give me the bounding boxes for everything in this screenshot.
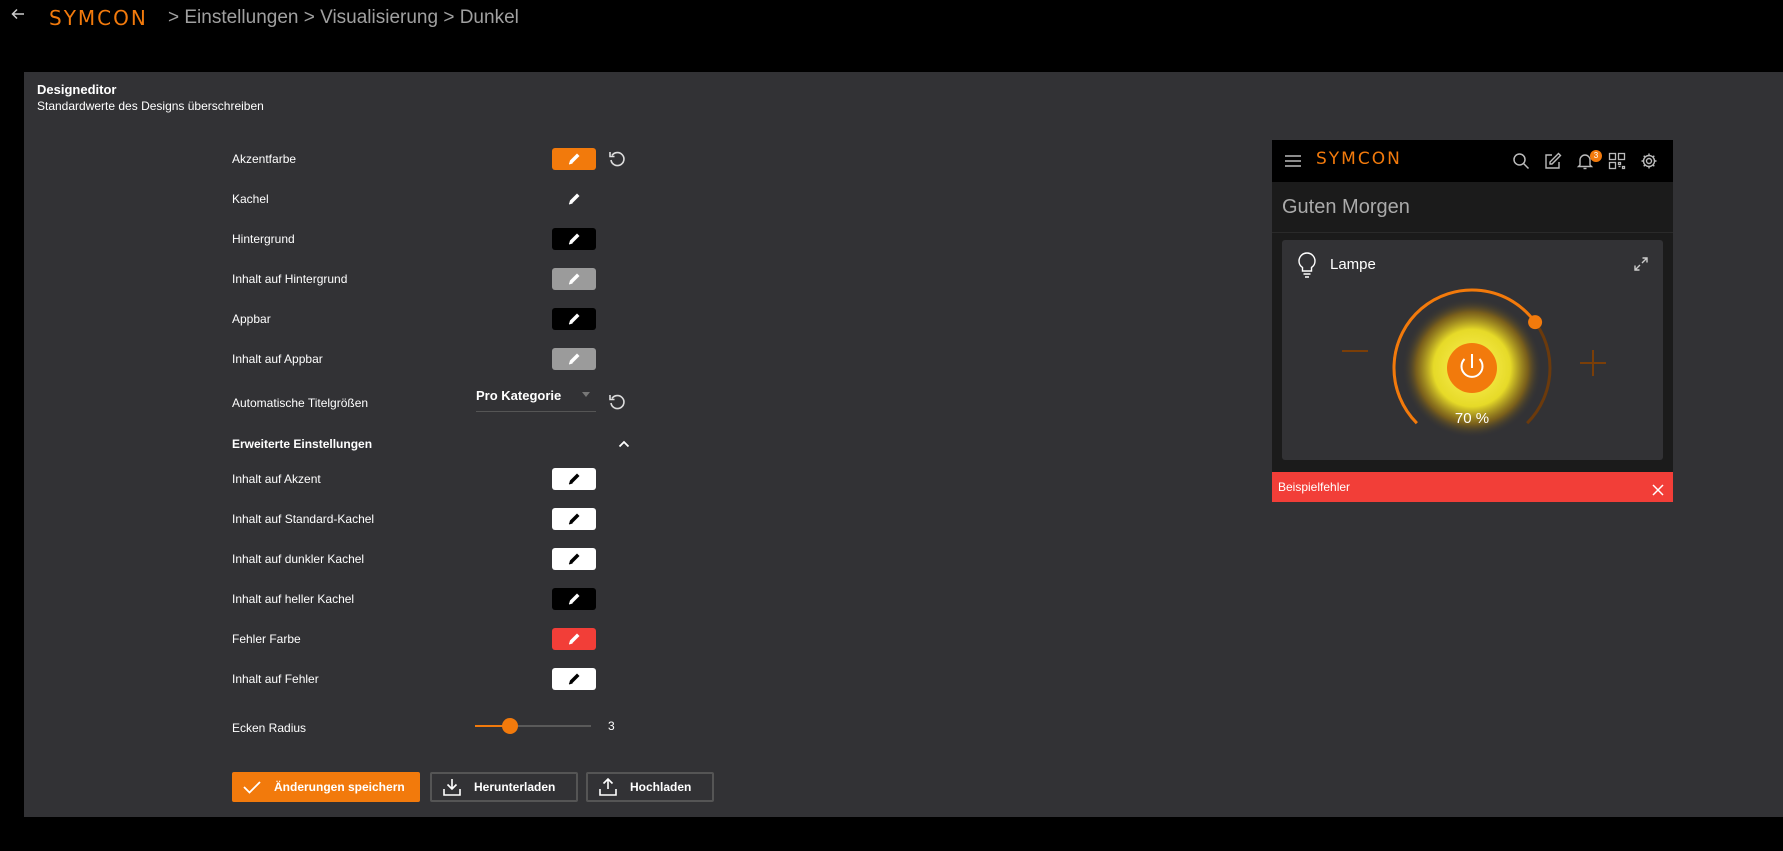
pencil-icon — [567, 272, 581, 286]
download-button[interactable]: Herunterladen — [430, 772, 578, 802]
dimmer-thumb[interactable] — [1528, 315, 1543, 330]
preview-appbar: SYMCON 3 — [1272, 140, 1673, 182]
hamburger-menu-icon[interactable] — [1284, 152, 1302, 170]
save-changes-label: Änderungen speichern — [274, 780, 405, 794]
setting-label-inhalt-auf-akzent: Inhalt auf Akzent — [232, 472, 321, 486]
pencil-icon — [567, 592, 581, 606]
search-icon[interactable] — [1512, 152, 1530, 170]
lightbulb-icon — [1296, 252, 1318, 278]
preview-symcon-logo: SYMCON — [1316, 149, 1402, 169]
reset-accent-icon[interactable] — [607, 149, 627, 169]
back-arrow-icon[interactable] — [8, 6, 28, 26]
pencil-icon — [567, 512, 581, 526]
lamp-tile[interactable]: Lampe 70 % — [1282, 240, 1663, 460]
increase-button[interactable] — [1580, 350, 1606, 376]
color-picker-inhalt-auf-akzent[interactable] — [552, 468, 596, 490]
design-preview: SYMCON 3 Guten Morgen Lampe 70 % Beispie… — [1272, 140, 1673, 502]
greeting-divider — [1272, 232, 1673, 233]
color-picker-akzentfarbe[interactable] — [552, 148, 596, 170]
color-picker-inhalt-auf-fehler[interactable] — [552, 668, 596, 690]
color-picker-inhalt-auf-heller-kachel[interactable] — [552, 588, 596, 610]
panel-subtitle: Standardwerte des Designs überschreiben — [37, 99, 264, 113]
setting-label-inhalt-auf-dunkler-kachel: Inhalt auf dunkler Kachel — [232, 552, 365, 566]
brightness-percent: 70 % — [1454, 410, 1490, 427]
color-picker-inhalt-auf-dunkler-kachel[interactable] — [552, 548, 596, 570]
qr-code-icon[interactable] — [1608, 152, 1626, 170]
upload-label: Hochladen — [630, 780, 692, 794]
color-picker-hintergrund[interactable] — [552, 228, 596, 250]
title-size-select[interactable]: Pro Kategorie — [476, 382, 596, 412]
pencil-icon — [567, 152, 581, 166]
corner-radius-slider[interactable] — [475, 718, 591, 734]
dimmer-knob[interactable] — [1386, 282, 1558, 454]
download-icon — [443, 779, 461, 796]
error-banner: Beispielfehler — [1272, 472, 1673, 502]
setting-label-akzentfarbe: Akzentfarbe — [232, 152, 297, 166]
decrease-button[interactable] — [1342, 350, 1368, 352]
chevron-down-icon — [582, 392, 590, 397]
color-picker-appbar[interactable] — [552, 308, 596, 330]
pencil-icon — [567, 472, 581, 486]
corner-radius-label: Ecken Radius — [232, 721, 307, 735]
tile-title: Lampe — [1330, 256, 1376, 273]
breadcrumb: > Einstellungen > Visualisierung > Dunke… — [168, 7, 519, 28]
setting-label-appbar: Appbar — [232, 312, 271, 326]
gear-icon[interactable] — [1640, 152, 1658, 170]
chevron-up-icon[interactable] — [616, 436, 632, 452]
color-picker-inhalt-auf-appbar[interactable] — [552, 348, 596, 370]
color-picker-fehler-farbe[interactable] — [552, 628, 596, 650]
corner-radius-value: 3 — [608, 719, 615, 733]
greeting-text: Guten Morgen — [1282, 196, 1410, 218]
edit-icon[interactable] — [1544, 152, 1562, 170]
panel-title: Designeditor — [37, 82, 117, 97]
notification-badge: 3 — [1590, 150, 1602, 162]
slider-thumb[interactable] — [501, 718, 518, 734]
pencil-icon — [567, 192, 581, 206]
upload-button[interactable]: Hochladen — [586, 772, 714, 802]
color-picker-kachel[interactable] — [552, 188, 596, 210]
design-editor-panel: Designeditor Standardwerte des Designs ü… — [24, 72, 1783, 817]
top-bar: SYMCON > Einstellungen > Visualisierung … — [0, 0, 1783, 36]
setting-label-inhalt-auf-standard-kachel: Inhalt auf Standard-Kachel — [232, 512, 375, 526]
setting-label-kachel: Kachel — [232, 192, 269, 206]
close-icon[interactable] — [1652, 481, 1664, 496]
save-changes-button[interactable]: Änderungen speichern — [232, 772, 420, 802]
setting-label-inhalt-auf-fehler: Inhalt auf Fehler — [232, 672, 319, 686]
pencil-icon — [567, 312, 581, 326]
pencil-icon — [567, 352, 581, 366]
pencil-icon — [567, 232, 581, 246]
setting-label-fehler-farbe: Fehler Farbe — [232, 632, 301, 646]
advanced-settings-header[interactable]: Erweiterte Einstellungen — [232, 437, 372, 451]
title-size-value: Pro Kategorie — [476, 388, 562, 403]
color-picker-inhalt-auf-standard-kachel[interactable] — [552, 508, 596, 530]
color-picker-inhalt-auf-hintergrund[interactable] — [552, 268, 596, 290]
upload-icon — [599, 777, 617, 796]
setting-label-inhalt-auf-hintergrund: Inhalt auf Hintergrund — [232, 272, 348, 286]
setting-label-inhalt-auf-heller-kachel: Inhalt auf heller Kachel — [232, 592, 355, 606]
pencil-icon — [567, 552, 581, 566]
download-label: Herunterladen — [474, 780, 556, 794]
reset-title-size-icon[interactable] — [607, 392, 627, 412]
expand-icon[interactable] — [1633, 256, 1649, 272]
setting-label-inhalt-auf-appbar: Inhalt auf Appbar — [232, 352, 323, 366]
pencil-icon — [567, 672, 581, 686]
symcon-logo[interactable]: SYMCON — [49, 6, 148, 30]
error-text: Beispielfehler — [1278, 480, 1351, 494]
check-icon — [243, 781, 261, 794]
pencil-icon — [567, 632, 581, 646]
setting-label-hintergrund: Hintergrund — [232, 232, 295, 246]
title-size-label: Automatische Titelgrößen — [232, 396, 369, 410]
